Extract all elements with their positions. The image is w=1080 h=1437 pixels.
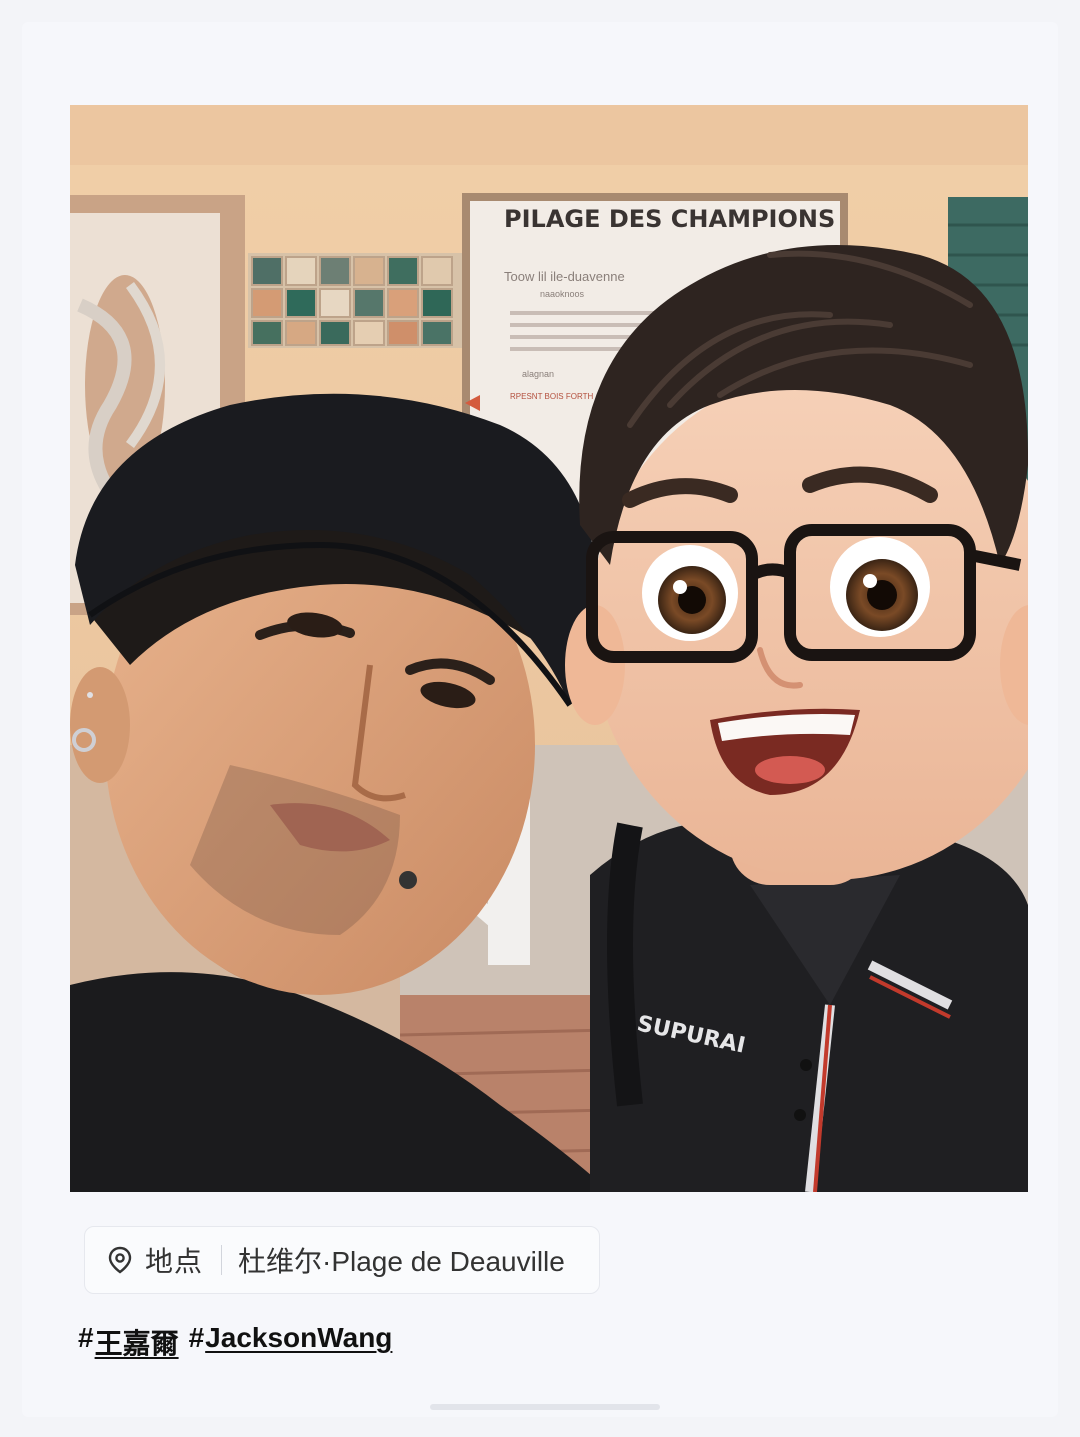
- location-chip[interactable]: 地点 杜维尔·Plage de Deauville: [84, 1226, 600, 1294]
- location-label: 地点: [145, 1246, 204, 1277]
- location-value: 杜维尔·Plage de Deauville: [238, 1246, 565, 1277]
- hashtag-jacksonwang[interactable]: # JacksonWang: [189, 1322, 393, 1362]
- hashtag-row: # 王嘉爾 # JacksonWang: [78, 1322, 392, 1362]
- location-pin-icon: [105, 1245, 135, 1275]
- hashtag-symbol: #: [188, 1322, 205, 1353]
- location-divider: [221, 1245, 223, 1275]
- sign-title: PILAGE DES CHAMPIONS: [504, 205, 835, 233]
- hashtag-symbol: #: [78, 1322, 94, 1353]
- hashtag-text: JacksonWang: [205, 1322, 393, 1353]
- bottom-handle-bar: [430, 1404, 660, 1410]
- sign-subtitle-2: naaoknoos: [540, 289, 585, 299]
- photo-scene: PILAGE DES CHAMPIONS Toow lil ile-duaven…: [70, 105, 1028, 1192]
- sign-subtitle-1: Toow lil ile-duavenne: [504, 269, 625, 284]
- sign-small-1: alagnan: [522, 369, 554, 379]
- post-photo[interactable]: PILAGE DES CHAMPIONS Toow lil ile-duaven…: [70, 105, 1028, 1192]
- hashtag-wangjiaer[interactable]: # 王嘉爾: [78, 1322, 179, 1362]
- hashtag-text: 王嘉爾: [94, 1328, 179, 1359]
- sign-small-2: RPESNT BOIS FORTH: [510, 392, 593, 401]
